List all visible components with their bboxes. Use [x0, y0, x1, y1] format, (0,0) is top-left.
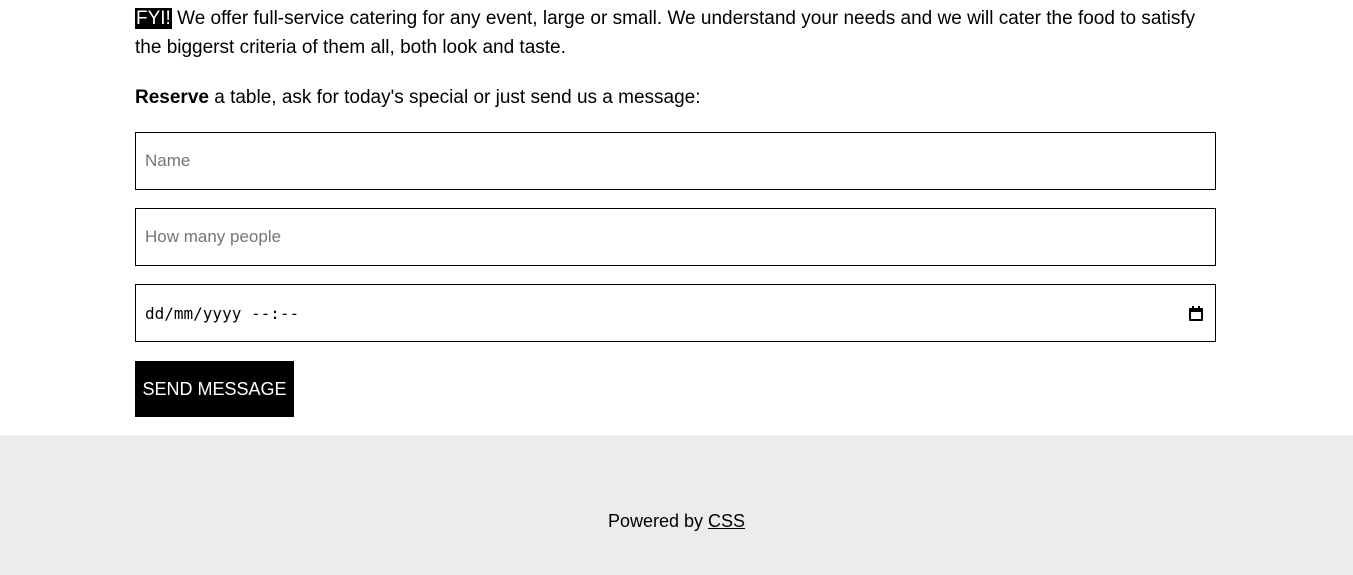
send-message-button[interactable]: SEND MESSAGE — [135, 361, 294, 417]
footer-prefix: Powered by — [607, 511, 709, 531]
footer: Powered by CSS — [0, 435, 1353, 575]
name-input[interactable] — [135, 132, 1216, 190]
reserve-text: a table, ask for today's special or just… — [208, 87, 701, 108]
intro-paragraph: FYI! We offer full-service catering for … — [135, 0, 1216, 62]
reserve-bold: Reserve — [135, 87, 209, 108]
main-content: FYI! We offer full-service catering for … — [135, 0, 1216, 417]
footer-text: Powered by CSS — [0, 511, 1353, 532]
intro-text: We offer full-service catering for any e… — [135, 8, 1196, 58]
reserve-paragraph: Reserve a table, ask for today's special… — [135, 83, 701, 112]
datetime-input[interactable]: dd/mm/yyyy --:-- — [135, 284, 1216, 342]
calendar-icon[interactable] — [1189, 305, 1203, 321]
people-count-input[interactable] — [135, 208, 1216, 266]
datetime-placeholder: dd/mm/yyyy --:-- — [145, 303, 300, 323]
css-link[interactable]: CSS — [708, 511, 745, 531]
fyi-badge: FYI! — [135, 8, 172, 29]
